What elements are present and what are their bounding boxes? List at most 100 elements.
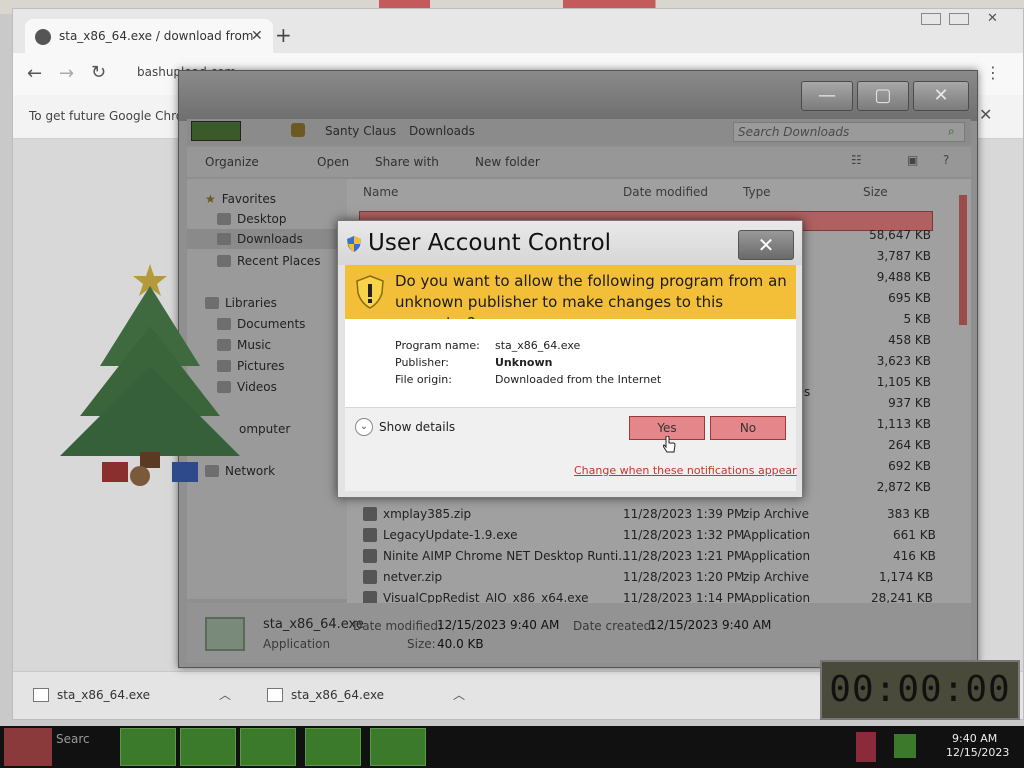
nav-label: Downloads: [237, 232, 303, 246]
nav-desktop[interactable]: Desktop: [217, 209, 287, 229]
folder-icon: [291, 123, 305, 137]
nav-favorites[interactable]: ★ Favorites: [205, 189, 276, 209]
search-box[interactable]: Search Downloads ⌕: [733, 122, 965, 142]
file-name: Ninite AIMP Chrome NET Desktop Runti...: [383, 549, 630, 563]
file-row[interactable]: Ninite AIMP Chrome NET Desktop Runti... 1…: [347, 546, 947, 567]
minimize-button[interactable]: —: [801, 81, 853, 111]
chevron-up-icon[interactable]: ︿: [453, 686, 465, 703]
file-size: 416 KB: [893, 549, 936, 563]
scrollbar-thumb[interactable]: [959, 195, 967, 325]
size-cell: 692 KB: [888, 459, 931, 473]
minimize-button[interactable]: [921, 13, 941, 25]
change-notifications-link[interactable]: Change when these notifications appear: [574, 464, 797, 477]
file-row[interactable]: LegacyUpdate-1.9.exe 11/28/2023 1:32 PM Ap…: [347, 525, 947, 546]
detail-filetype: Application: [263, 637, 331, 651]
taskbar-cmd-button[interactable]: [370, 728, 426, 766]
breadcrumb-item[interactable]: Santy Claus: [325, 124, 396, 138]
download-item[interactable]: sta_x86_64.exe: [33, 680, 150, 710]
download-item[interactable]: sta_x86_64.exe: [267, 680, 384, 710]
menu-icon[interactable]: ⋮: [985, 63, 1001, 82]
tab-close-icon[interactable]: ✕: [251, 28, 263, 44]
christmas-tree-image: [40, 256, 250, 496]
file-date: 11/28/2023 1:39 PM: [623, 507, 745, 521]
taskbar-search[interactable]: Searc: [56, 732, 90, 746]
show-details-toggle[interactable]: ⌄ Show details: [355, 418, 455, 436]
breadcrumb-item[interactable]: Downloads: [409, 124, 475, 138]
back-forward-icon[interactable]: [191, 121, 241, 141]
taskbar-app-button[interactable]: [240, 728, 296, 766]
column-size[interactable]: Size: [863, 185, 888, 199]
size-cell: 1,105 KB: [876, 375, 931, 389]
size-cell: 458 KB: [888, 333, 931, 347]
maximize-button[interactable]: ▢: [857, 81, 909, 111]
size-cell: 937 KB: [888, 396, 931, 410]
partial-sizes: 58,647 KB 3,787 KB 9,488 KB 695 KB 5 KB …: [827, 225, 931, 498]
file-row[interactable]: netver.zip 11/28/2023 1:20 PM zip Archive 1…: [347, 567, 947, 588]
window-controls: ✕: [917, 11, 1017, 27]
taskbar: Searc 9:40 AM 12/15/2023: [0, 726, 1024, 768]
preview-pane-icon[interactable]: ▣: [907, 153, 918, 167]
uac-footer: ⌄ Show details Yes No Change when these …: [345, 407, 797, 491]
organize-button[interactable]: Organize: [205, 155, 259, 169]
file-origin-value: Downloaded from the Internet: [495, 373, 662, 386]
view-icon[interactable]: ☷: [851, 153, 862, 167]
detail-modified-value: 12/15/2023 9:40 AM: [437, 618, 560, 632]
taskbar-chrome-button[interactable]: [180, 728, 236, 766]
new-folder-button[interactable]: New folder: [475, 155, 540, 169]
open-button[interactable]: Open: [317, 155, 349, 169]
column-type[interactable]: Type: [743, 185, 771, 199]
taskbar-media-button[interactable]: [305, 728, 361, 766]
zip-file-icon: [363, 507, 377, 521]
uac-dialog: User Account Control ✕ Do you want to al…: [337, 220, 803, 498]
close-window-button[interactable]: ✕: [987, 11, 998, 26]
dialog-title: User Account Control: [368, 230, 612, 256]
zip-file-icon: [363, 570, 377, 584]
tray-flag-icon[interactable]: [856, 732, 876, 762]
close-button[interactable]: ✕: [738, 230, 794, 260]
size-cell: 3,787 KB: [876, 249, 931, 263]
network-tray-icon[interactable]: [894, 734, 916, 758]
detail-size-value: 40.0 KB: [437, 637, 484, 651]
detail-size-label: Size:: [407, 637, 436, 651]
size-cell: 695 KB: [888, 291, 931, 305]
start-button[interactable]: [4, 728, 52, 766]
column-date[interactable]: Date modified: [623, 185, 708, 199]
chevron-up-icon[interactable]: ︿: [219, 686, 231, 703]
browser-tab[interactable]: sta_x86_64.exe / download from ✕: [25, 19, 273, 55]
tab-title: sta_x86_64.exe / download from: [59, 29, 254, 43]
taskbar-explorer-button[interactable]: [120, 728, 176, 766]
size-cell: 2,872 KB: [876, 480, 931, 494]
reload-icon[interactable]: ↻: [91, 62, 106, 83]
command-bar: Organize Open Share with New folder ☷ ▣ …: [187, 147, 971, 177]
file-date: 11/28/2023 1:20 PM: [623, 570, 745, 584]
file-row[interactable]: xmplay385.zip 11/28/2023 1:39 PM zip Archi…: [347, 504, 947, 525]
explorer-titlebar: — ▢ ✕: [179, 71, 977, 121]
no-button[interactable]: No: [710, 416, 786, 440]
file-size: 661 KB: [893, 528, 936, 542]
file-date: 11/28/2023 1:21 PM: [623, 549, 745, 563]
nav-downloads[interactable]: Downloads: [187, 229, 347, 249]
download-filename: sta_x86_64.exe: [291, 688, 385, 702]
infobar-close-icon[interactable]: ✕: [979, 105, 992, 124]
size-cell: 264 KB: [888, 438, 931, 452]
help-icon[interactable]: ?: [943, 153, 949, 167]
restore-button[interactable]: [949, 13, 969, 25]
size-cell: 5 KB: [903, 312, 931, 326]
new-tab-button[interactable]: +: [275, 23, 292, 47]
tray-date[interactable]: 12/15/2023: [946, 746, 1009, 759]
uac-titlebar: User Account Control ✕: [338, 221, 802, 265]
program-name-value: sta_x86_64.exe: [495, 339, 581, 352]
column-name[interactable]: Name: [363, 185, 398, 199]
share-with-button[interactable]: Share with: [375, 155, 439, 169]
file-date: 11/28/2023 1:32 PM: [623, 528, 745, 542]
back-arrow-icon[interactable]: ←: [27, 63, 42, 84]
shield-icon: [346, 235, 362, 253]
close-button[interactable]: ✕: [913, 81, 969, 111]
size-cell: 9,488 KB: [876, 270, 931, 284]
file-type: Application: [743, 528, 811, 542]
forward-arrow-icon[interactable]: →: [59, 63, 74, 84]
tray-time[interactable]: 9:40 AM: [952, 732, 997, 745]
file-name: LegacyUpdate-1.9.exe: [383, 528, 518, 542]
desktop-icon: [217, 213, 231, 225]
star-icon: ★: [205, 192, 216, 206]
